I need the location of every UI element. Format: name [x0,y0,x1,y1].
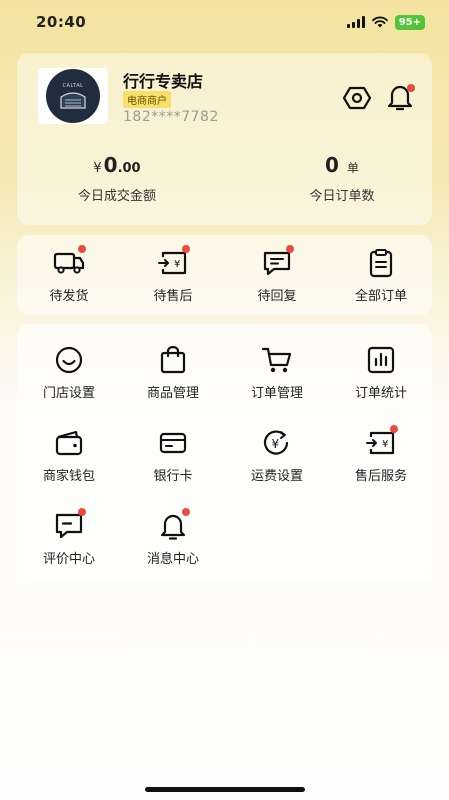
bag-icon [157,344,189,376]
shop-name: 行行专卖店 [123,72,204,91]
shortcut-pending-reply[interactable]: 待回复 [225,245,329,304]
truck-icon [53,245,86,279]
status-time: 20:40 [36,13,87,31]
freight-icon: ¥ [261,427,293,459]
tool-order-statistics[interactable]: 订单统计 [329,344,433,401]
badge-dot [182,245,190,253]
badge-dot [78,245,86,253]
today-orders-value: 0 单 [252,153,432,183]
tool-order-management[interactable]: 订单管理 [225,344,329,401]
shop-profile-card: CALTAL 行行专卖店 电商商户 182****7782 ¥ 0 .00 今日… [17,53,432,225]
shop-logo-emblem: CALTAL [46,69,100,123]
tool-label: 银行卡 [153,469,193,484]
svg-text:¥: ¥ [174,259,180,270]
notification-button[interactable] [385,81,415,113]
tool-label: 运费设置 [250,469,303,484]
today-revenue-label: 今日成交金额 [77,189,156,204]
today-revenue: ¥ 0 .00 今日成交金额 [17,153,217,204]
message-icon [261,245,294,279]
today-revenue-value: ¥ 0 .00 [17,153,217,183]
shortcut-label: 待售后 [153,289,193,304]
tool-aftersale-service[interactable]: ¥ 售后服务 [329,425,433,484]
wallet-icon [53,427,85,459]
today-orders-label: 今日订单数 [309,189,375,204]
shop-logo[interactable]: CALTAL [38,68,108,124]
smile-icon [53,344,85,376]
refund-icon: ¥ [157,245,190,279]
tool-product-management[interactable]: 商品管理 [121,344,225,401]
tool-bank-card[interactable]: 银行卡 [121,427,225,484]
order-shortcuts-card: 待发货 ¥ 待售后 待回复 全部订单 [17,235,432,315]
shortcut-all-orders[interactable]: 全部订单 [329,247,433,304]
status-bar: 20:40 95+ [0,0,449,44]
eye-icon [343,86,371,110]
chart-icon [365,344,397,376]
badge-dot [182,508,190,516]
comment-icon [53,508,86,542]
signal-icon [346,16,365,28]
orders-unit: 单 [346,161,359,175]
refund-icon: ¥ [365,425,398,459]
tool-merchant-wallet[interactable]: 商家钱包 [17,427,121,484]
shortcut-label: 待回复 [257,289,297,304]
tool-label: 售后服务 [354,469,407,484]
svg-text:¥: ¥ [382,439,388,450]
storefront-icon [60,92,86,109]
tool-label: 商家钱包 [42,469,95,484]
status-icons: 95+ [346,14,425,30]
tools-card: 门店设置 商品管理 订单管理 订单统计 商家钱包 银行卡 ¥ 运费设置 ¥ 售后… [17,324,432,582]
orders-count: 0 [325,153,339,177]
shop-logo-text: CALTAL [62,83,84,89]
tool-review-center[interactable]: 评价中心 [17,508,121,567]
shortcut-label: 全部订单 [354,289,407,304]
toggle-visibility-button[interactable] [342,83,372,113]
notification-dot [407,84,415,92]
clipboard-icon [365,247,397,279]
tool-label: 订单管理 [250,386,303,401]
badge-dot [390,425,398,433]
wifi-icon [371,16,388,28]
battery-icon: 95+ [394,14,425,30]
tool-label: 门店设置 [42,386,95,401]
today-orders: 0 单 今日订单数 [252,153,432,204]
merchant-type-badge: 电商商户 [123,91,171,108]
tool-message-center[interactable]: 消息中心 [121,508,225,567]
svg-text:¥: ¥ [272,437,280,451]
badge-dot [286,245,294,253]
revenue-decimal: .00 [117,161,141,176]
badge-dot [78,508,86,516]
card-icon [157,427,189,459]
tool-label: 评价中心 [42,552,95,567]
home-indicator[interactable] [145,787,305,792]
tool-freight-settings[interactable]: ¥ 运费设置 [225,427,329,484]
revenue-integer: 0 [103,153,118,177]
tool-label: 订单统计 [354,386,407,401]
currency-symbol: ¥ [93,161,102,176]
shortcut-pending-aftersale[interactable]: ¥ 待售后 [121,245,225,304]
bell-icon [157,508,190,542]
shortcut-pending-shipment[interactable]: 待发货 [17,245,121,304]
shortcut-label: 待发货 [49,289,89,304]
cart-icon [261,344,293,376]
tool-store-settings[interactable]: 门店设置 [17,344,121,401]
tool-label: 商品管理 [146,386,199,401]
tool-label: 消息中心 [146,552,199,567]
shop-phone: 182****7782 [123,109,219,125]
